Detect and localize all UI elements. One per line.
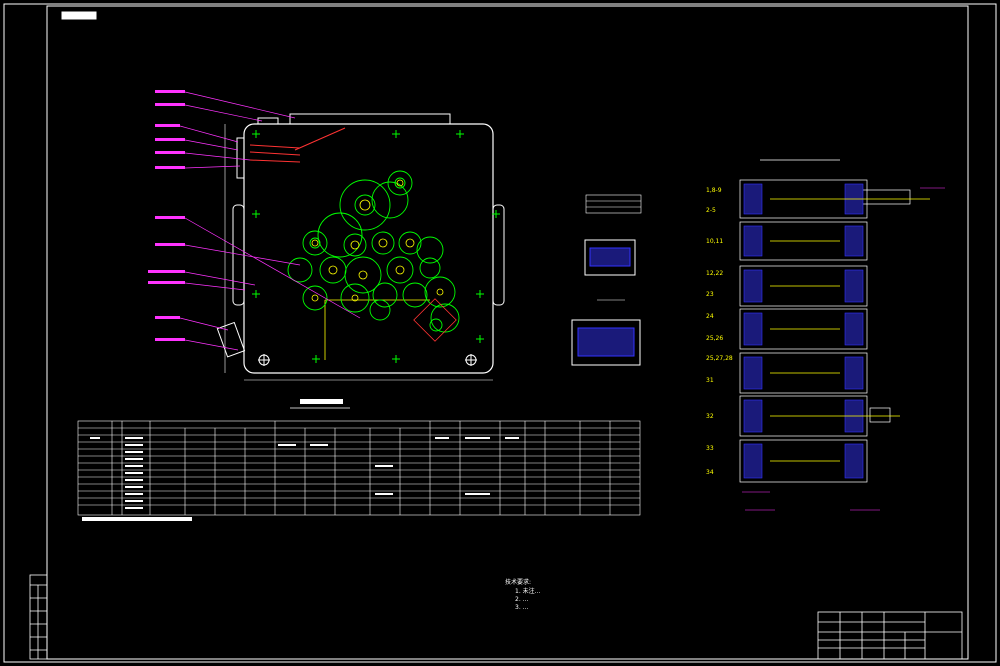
centerline-cross-icons	[252, 130, 500, 363]
bolt-hole-icons	[258, 354, 477, 366]
note-3: 3. ...	[515, 604, 528, 611]
row-label-10: 32	[706, 413, 714, 420]
note-2: 2. ...	[515, 596, 528, 603]
notes-title: 技术要求:	[505, 578, 531, 586]
row-label-12: 34	[706, 469, 714, 476]
row-label-5: 23	[706, 291, 714, 298]
row-label-1: 1,8-9	[706, 187, 722, 194]
plate-caption	[290, 399, 350, 409]
row-label-11: 33	[706, 445, 714, 452]
technical-notes: 技术要求: 1. 未注... 2. ... 3. ...	[505, 578, 540, 611]
table-footnote	[82, 517, 192, 521]
row-label-3: 10,11	[706, 238, 723, 245]
row-label-7: 25,26	[706, 335, 723, 342]
left-title-strip	[29, 574, 48, 660]
gear-cluster	[287, 170, 460, 333]
leader-annotations-left	[148, 91, 361, 351]
parts-table	[77, 420, 641, 516]
row-label-2: 2-5	[706, 207, 716, 214]
right-section-fills	[743, 183, 864, 479]
right-section-stack	[739, 159, 911, 483]
red-pin-lines	[249, 127, 346, 163]
row-label-4: 12,22	[706, 270, 723, 277]
note-1: 1. 未注...	[515, 587, 540, 595]
row-labels: 1,8-9 2-5 10,11 12,22 23 24 25,26 25,27,…	[706, 187, 733, 476]
section-detail-views	[571, 194, 642, 366]
row-label-9: 31	[706, 377, 714, 384]
main-plate-view	[216, 113, 505, 381]
cad-drawing-canvas: 1,8-9 2-5 10,11 12,22 23 24 25,26 25,27,…	[3, 3, 997, 663]
row-label-8: 25,27,28	[706, 355, 733, 362]
leader-label-blocks	[148, 90, 185, 341]
row-label-6: 24	[706, 313, 714, 320]
title-block	[817, 611, 963, 660]
gear-marks	[311, 179, 457, 342]
